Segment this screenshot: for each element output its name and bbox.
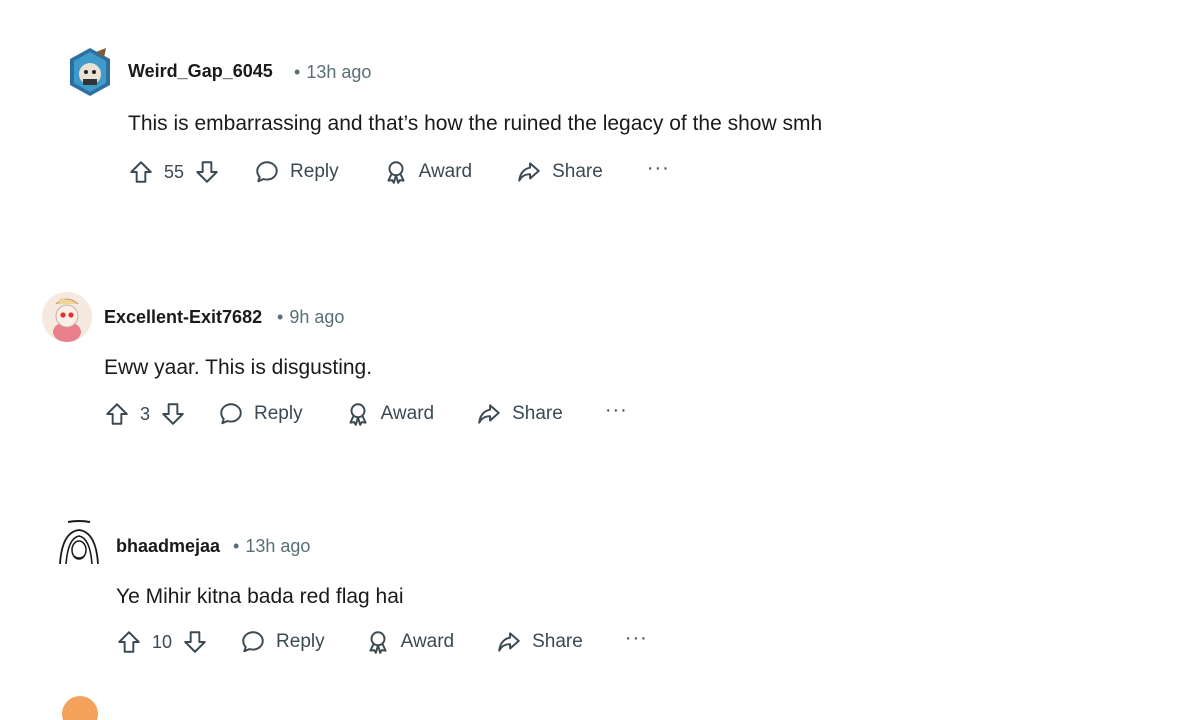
comment-actions: 55 Reply Award Share ··· [128, 155, 670, 189]
vote-controls: 10 [116, 629, 208, 655]
comment-actions: 10 Reply Award Share ··· [116, 625, 648, 659]
comment-body: This is embarrassing and that’s how the … [128, 112, 823, 135]
separator-dot: • [233, 536, 240, 556]
comment-body: Eww yaar. This is disgusting. [104, 356, 373, 379]
vote-controls: 55 [128, 159, 220, 185]
award-label: Award [418, 161, 473, 182]
share-button[interactable]: Share [496, 629, 583, 655]
share-label: Share [512, 403, 563, 424]
reply-button[interactable]: Reply [218, 401, 303, 427]
username[interactable]: bhaadmejaa [116, 536, 220, 557]
time-ago: 13h ago [306, 62, 372, 82]
downvote-icon[interactable] [194, 159, 220, 185]
award-label: Award [380, 403, 435, 424]
more-options-button[interactable]: ··· [647, 158, 670, 186]
vote-controls: 3 [104, 401, 186, 427]
avatar[interactable] [66, 46, 114, 98]
vote-count: 3 [140, 403, 151, 424]
separator-dot: • [294, 62, 301, 82]
share-icon [498, 632, 520, 652]
avatar[interactable] [62, 696, 98, 720]
more-options-button[interactable]: ··· [605, 400, 628, 428]
comment-thread: Weird_Gap_6045 • 13h ago This is embarras… [0, 0, 1200, 720]
username[interactable]: Excellent-Exit7682 [104, 307, 262, 328]
upvote-icon[interactable] [104, 401, 130, 427]
share-button[interactable]: Share [476, 401, 563, 427]
comment-timestamp: • 13h ago [294, 62, 371, 83]
comment-actions: 3 Reply Award Share ··· [104, 397, 628, 431]
comment-bubble-icon [242, 631, 264, 653]
share-button[interactable]: Share [516, 159, 603, 185]
downvote-icon[interactable] [160, 401, 186, 427]
vote-count: 10 [152, 631, 173, 652]
time-ago: 13h ago [245, 536, 311, 556]
award-icon [349, 403, 367, 426]
share-icon [478, 404, 500, 424]
downvote-icon[interactable] [182, 629, 208, 655]
reply-label: Reply [254, 403, 303, 424]
upvote-icon[interactable] [116, 629, 142, 655]
avatar[interactable] [54, 520, 104, 570]
reply-label: Reply [276, 631, 325, 652]
username[interactable]: Weird_Gap_6045 [128, 61, 273, 82]
award-button[interactable]: Award [383, 159, 473, 185]
share-label: Share [552, 161, 603, 182]
separator-dot: • [277, 307, 284, 327]
share-label: Share [532, 631, 583, 652]
time-ago: 9h ago [289, 307, 345, 327]
reply-button[interactable]: Reply [254, 159, 339, 185]
award-icon [369, 631, 387, 654]
upvote-icon[interactable] [128, 159, 154, 185]
comment-timestamp: • 13h ago [233, 536, 310, 557]
comment-bubble-icon [220, 403, 242, 425]
award-button[interactable]: Award [345, 401, 435, 427]
vote-count: 55 [164, 161, 185, 182]
comment-body: Ye Mihir kitna bada red flag hai [116, 585, 404, 608]
award-icon [387, 161, 405, 184]
more-options-button[interactable]: ··· [625, 628, 648, 656]
share-icon [518, 162, 540, 182]
comment-bubble-icon [256, 161, 278, 183]
reply-button[interactable]: Reply [240, 629, 325, 655]
award-label: Award [400, 631, 455, 652]
reply-label: Reply [290, 161, 339, 182]
comment-timestamp: • 9h ago [277, 307, 344, 328]
avatar[interactable] [42, 292, 92, 342]
award-button[interactable]: Award [365, 629, 455, 655]
